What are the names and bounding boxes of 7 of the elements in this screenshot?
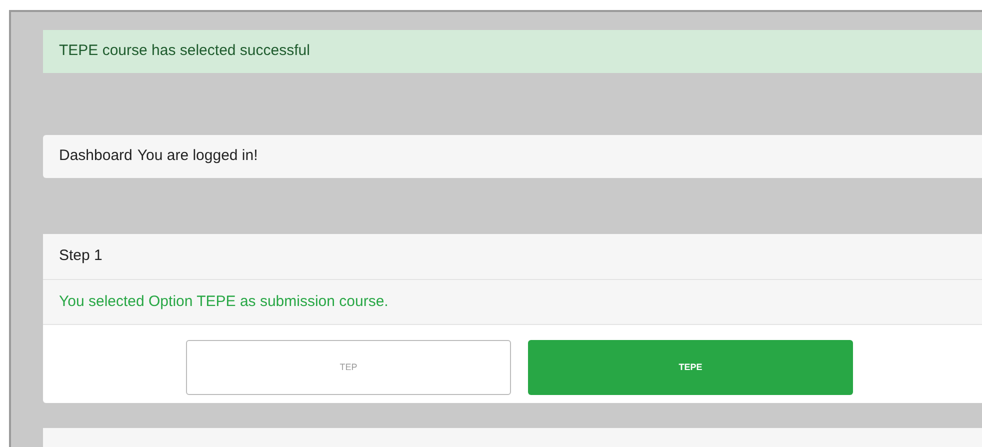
dashboard-title: Dashboard bbox=[59, 146, 132, 166]
course-option-button[interactable]: TEPE bbox=[528, 340, 853, 395]
success-alert: TEPE course has selected successful bbox=[43, 30, 982, 73]
step-header: Step 1 bbox=[43, 234, 982, 280]
selection-message: You selected Option TEPE as submission course. bbox=[43, 280, 982, 325]
login-message: You are logged in! bbox=[137, 146, 258, 166]
course-option-button[interactable]: TEP bbox=[186, 340, 511, 395]
